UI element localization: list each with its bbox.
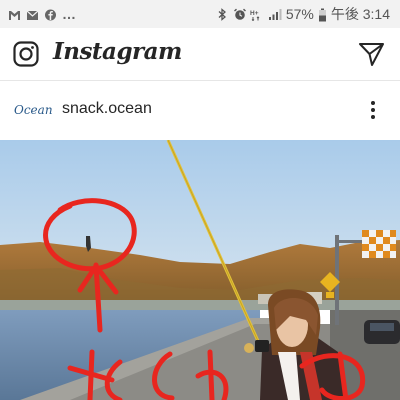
post-options-button[interactable]	[365, 98, 381, 124]
battery-icon	[318, 8, 327, 22]
bluetooth-icon	[216, 8, 229, 21]
battery-percent: 57%	[285, 6, 314, 22]
gmail-icon	[8, 8, 21, 20]
facebook-icon	[44, 8, 57, 21]
network-type-label: H+	[250, 10, 259, 17]
camera-icon	[13, 41, 39, 67]
more-vertical-icon-dot	[371, 108, 375, 112]
more-vertical-icon-dot	[371, 115, 375, 119]
post-header: Ocean snack.ocean	[0, 80, 400, 141]
avatar[interactable]: Ocean	[14, 99, 53, 121]
more-vertical-icon	[371, 101, 375, 105]
mail-icon	[26, 8, 39, 20]
post-username[interactable]: snack.ocean	[62, 100, 152, 118]
checkered-sign	[362, 230, 396, 258]
instagram-logo: Instagram	[53, 38, 182, 65]
app-header: Instagram	[0, 28, 400, 80]
camera-button[interactable]	[13, 41, 39, 67]
photo-scene	[0, 140, 400, 400]
status-right: H+ 57% 午後 3:14	[216, 4, 400, 24]
direct-message-button[interactable]	[358, 41, 385, 67]
signal-icon	[268, 8, 282, 20]
status-left: …	[0, 6, 77, 22]
direct-message-icon	[359, 43, 384, 66]
clock: 午後 3:14	[330, 6, 390, 22]
status-bar: … H+ 57% 午後 3:14	[0, 0, 400, 28]
network-type-icon: H+	[250, 8, 264, 22]
more-notifications-indicator: …	[62, 6, 77, 22]
alarm-icon	[233, 8, 246, 20]
post-photo[interactable]	[0, 140, 400, 400]
